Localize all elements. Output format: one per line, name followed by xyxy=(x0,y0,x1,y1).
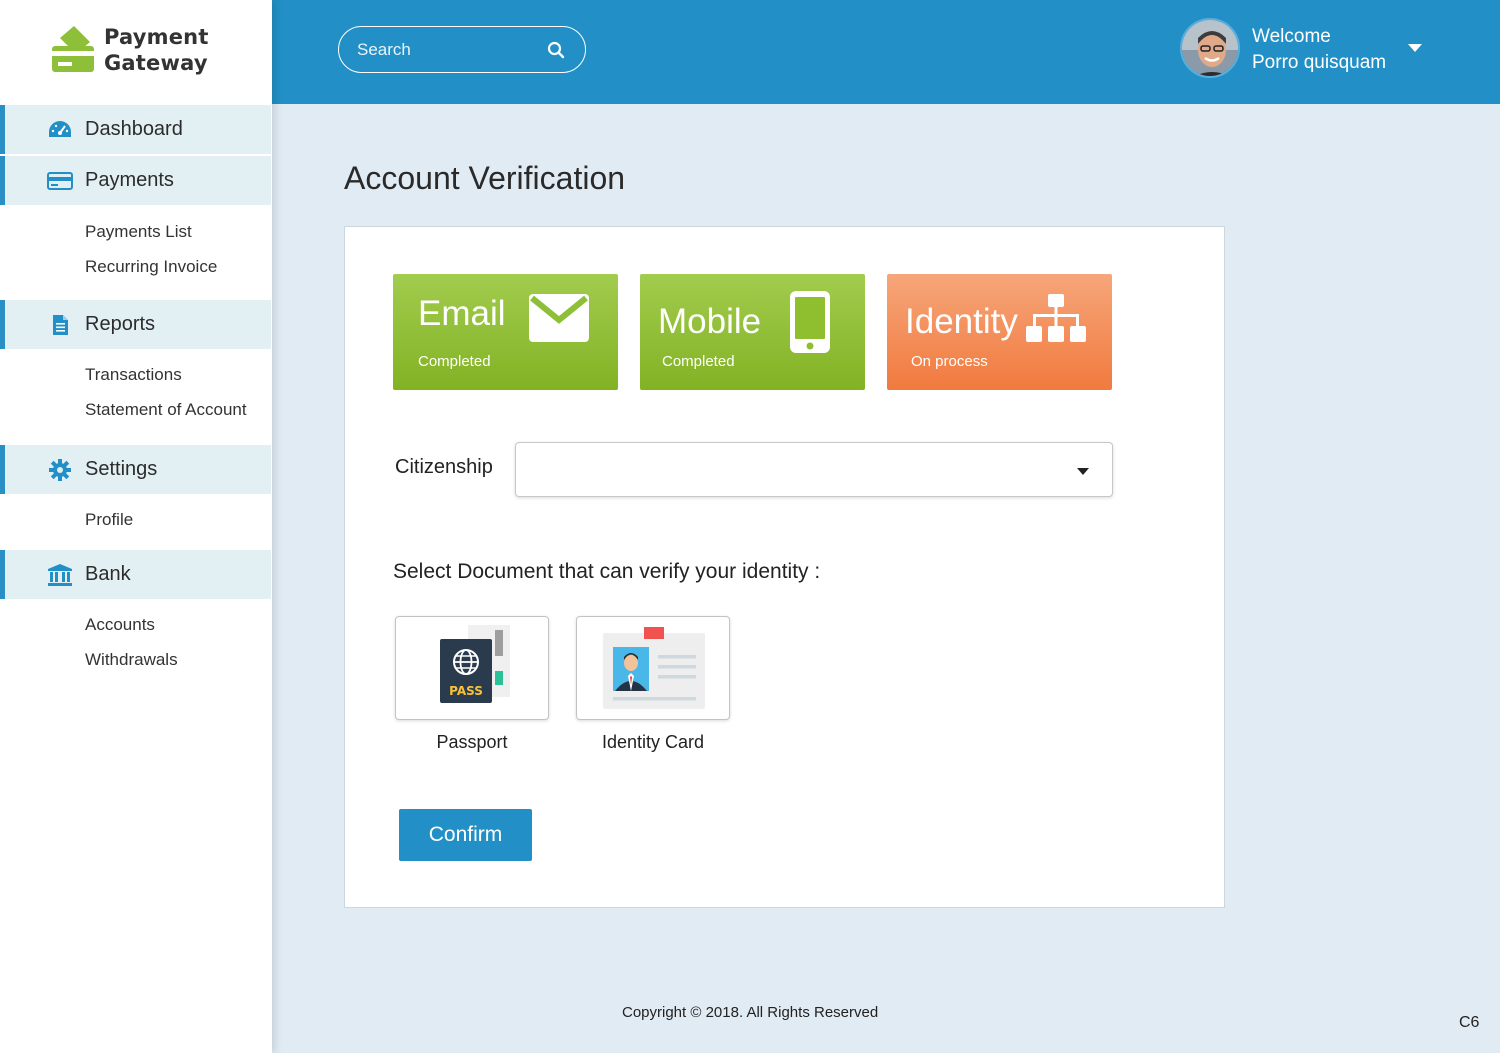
document-prompt: Select Document that can verify your ide… xyxy=(393,560,821,583)
document-icon xyxy=(47,314,73,336)
sidebar-subitem-recurring-invoice[interactable]: Recurring Invoice xyxy=(85,257,217,277)
corner-code: C6 xyxy=(1459,1014,1480,1031)
sidebar-item-label: Payments xyxy=(85,169,174,191)
sidebar-item-bank[interactable]: Bank xyxy=(0,550,271,599)
card-logo-icon xyxy=(50,24,96,76)
page-title: Account Verification xyxy=(344,160,626,196)
search-input[interactable] xyxy=(357,39,537,60)
search-icon[interactable] xyxy=(547,41,565,59)
sidebar-item-dashboard[interactable]: Dashboard xyxy=(0,105,271,154)
footer-copyright: Copyright © 2018. All Rights Reserved xyxy=(622,1004,879,1021)
sidebar-item-settings[interactable]: Settings xyxy=(0,445,271,494)
sidebar-item-label: Settings xyxy=(85,458,158,480)
passport-badge: PASS xyxy=(449,684,483,698)
logo-line-2: Gateway xyxy=(104,51,208,75)
passport-option[interactable]: PASS xyxy=(395,616,549,720)
sidebar-subitem-transactions[interactable]: Transactions xyxy=(85,365,182,385)
gear-icon xyxy=(47,458,73,481)
sidebar-item-label: Bank xyxy=(85,563,131,585)
step-title: Mobile xyxy=(658,302,762,341)
verification-card: Email Completed Mobile Completed Identit… xyxy=(344,226,1225,908)
sidebar-subitem-profile[interactable]: Profile xyxy=(85,510,133,530)
bank-icon xyxy=(47,563,73,586)
confirm-button[interactable]: Confirm xyxy=(399,809,532,861)
caret-down-icon[interactable] xyxy=(1408,44,1422,52)
sidebar-item-payments[interactable]: Payments xyxy=(0,156,271,205)
step-mobile[interactable]: Mobile Completed xyxy=(640,274,865,390)
dashboard-gauge-icon xyxy=(47,119,73,141)
user-name: Porro quisquam xyxy=(1252,52,1387,73)
passport-icon: PASS xyxy=(440,625,512,710)
step-title: Identity xyxy=(905,302,1018,341)
sidebar-item-label: Reports xyxy=(85,313,156,335)
sidebar-subitem-payments-list[interactable]: Payments List xyxy=(85,222,192,242)
step-status: On process xyxy=(911,353,988,370)
caret-down-icon xyxy=(1077,468,1089,475)
step-title: Email xyxy=(418,294,506,333)
mobile-phone-icon xyxy=(790,291,830,358)
identity-card-option[interactable] xyxy=(576,616,730,720)
id-card-icon xyxy=(603,627,705,714)
welcome-block[interactable]: Welcome Porro quisquam xyxy=(1252,24,1386,76)
search-box[interactable] xyxy=(338,26,586,73)
user-avatar[interactable] xyxy=(1180,18,1240,78)
sitemap-icon xyxy=(1026,294,1086,349)
app-logo[interactable]: Payment Gateway xyxy=(50,20,209,80)
citizenship-label: Citizenship xyxy=(395,456,493,478)
credit-card-icon xyxy=(47,170,73,192)
citizenship-select[interactable] xyxy=(515,442,1113,497)
step-status: Completed xyxy=(662,353,735,370)
sidebar-subitem-accounts[interactable]: Accounts xyxy=(85,615,155,635)
sidebar-item-reports[interactable]: Reports xyxy=(0,300,271,349)
sidebar: Payment Gateway Dashboard Payments Payme… xyxy=(0,0,272,1053)
sidebar-item-label: Dashboard xyxy=(85,118,183,140)
logo-line-1: Payment xyxy=(104,25,209,49)
identity-card-label: Identity Card xyxy=(601,732,705,752)
passport-label: Passport xyxy=(436,732,508,752)
step-email[interactable]: Email Completed xyxy=(393,274,618,390)
envelope-icon xyxy=(529,294,589,347)
sidebar-subitem-withdrawals[interactable]: Withdrawals xyxy=(85,650,178,670)
top-header: Welcome Porro quisquam xyxy=(272,0,1500,104)
step-identity[interactable]: Identity On process xyxy=(887,274,1112,390)
sidebar-subitem-statement-of-account[interactable]: Statement of Account xyxy=(85,400,247,420)
step-status: Completed xyxy=(418,353,491,370)
welcome-text: Welcome xyxy=(1252,26,1331,47)
